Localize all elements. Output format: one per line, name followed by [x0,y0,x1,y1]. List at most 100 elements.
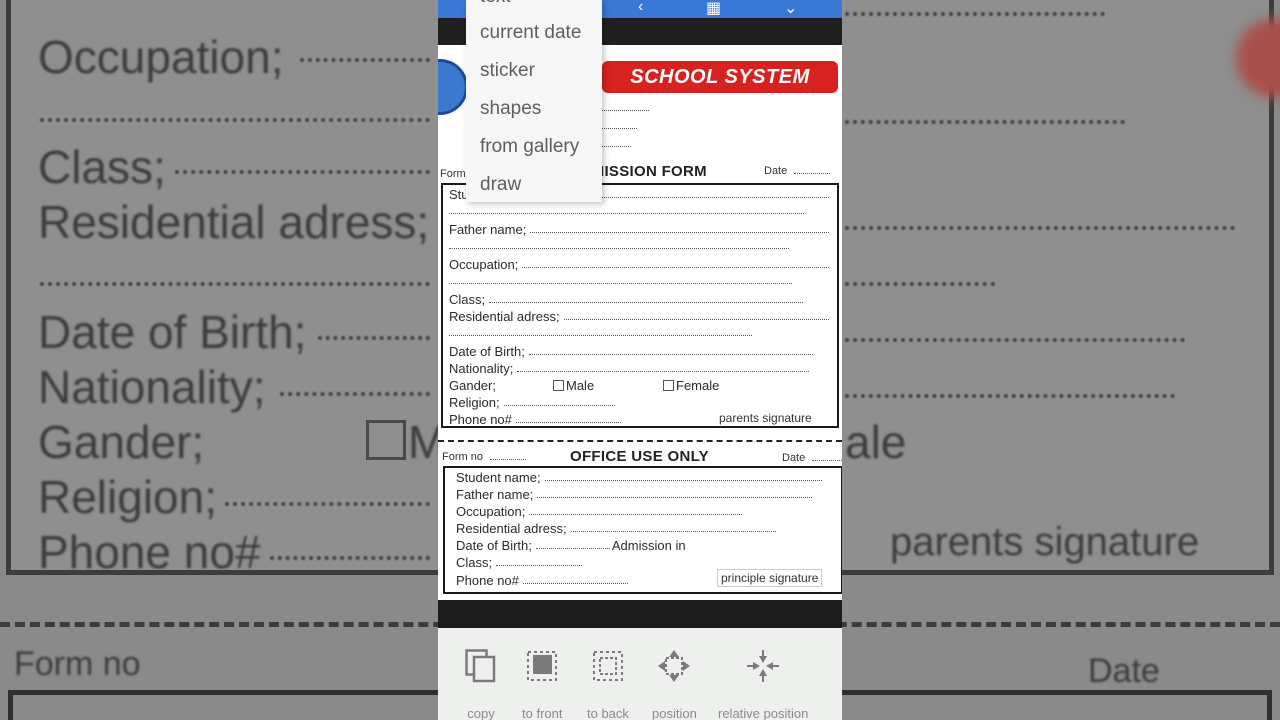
occupation-row: Occupation; [449,257,829,272]
male-label: Male [566,378,595,393]
position-label: position [652,706,697,720]
bg-dob: Date of Birth; [38,306,307,358]
male-option[interactable]: Male [553,378,663,393]
screen: Occupation; Class; Residential adress; D… [0,0,1280,720]
bg-dots [845,226,1235,230]
relative-position-label: relative position [718,706,809,720]
menu-item-draw[interactable]: draw [480,174,521,196]
copy-button[interactable]: copy [463,648,499,720]
bg-residential: Residential adress; [38,196,430,248]
dotted-fill [517,361,809,372]
admission-form-title: IISSION FORM [600,163,707,180]
gender-row: Gander; Male Female [449,378,809,393]
dotted-fill [544,470,822,481]
male-checkbox[interactable] [553,380,564,391]
office-father-label: Father name; [456,487,534,502]
dob-row: Date of Birth; [449,344,813,359]
dashed-separator [438,440,842,442]
position-button[interactable]: position [652,648,697,720]
dotted-fill [496,555,582,566]
religion-row: Religion; [449,395,615,410]
office-father-row: Father name; [456,487,812,502]
bg-religion: Religion; [38,471,217,523]
bg-female: ale [845,416,907,468]
office-dob-label: Date of Birth; [456,538,532,553]
bg-dots [40,118,430,122]
dotted-fill [515,412,621,423]
office-residential-label: Residential adress; [456,521,567,536]
office-use-only-title: OFFICE USE ONLY [570,448,709,465]
bg-occupation: Occupation; [38,31,284,83]
office-class-row: Class; [456,555,582,570]
office-student-row: Student name; [456,470,822,485]
female-checkbox[interactable] [663,380,674,391]
back-arrow-icon[interactable]: ‹ [638,0,643,16]
bg-dots [300,58,430,62]
bg-parents-signature: parents signature [890,520,1200,564]
bg-dots [270,556,430,560]
bottom-black-strip [438,600,842,628]
principle-signature[interactable]: principle signature [717,569,823,587]
relative-position-icon [745,648,781,684]
dotted-fill [528,344,813,355]
grid-icon[interactable]: ▦ [706,0,721,18]
phone-row: Phone no# [449,412,621,427]
menu-item-sticker[interactable]: sticker [480,60,535,82]
copy-icon [463,648,499,684]
send-to-back-icon [590,648,626,684]
bg-dots [845,394,1175,398]
class-row: Class; [449,292,803,307]
occupation-label: Occupation; [449,257,519,272]
dotted-fill [537,487,812,498]
dotted-fill [563,309,829,320]
dotted-fill [503,395,615,406]
menu-item-from-gallery[interactable]: from gallery [480,136,579,158]
to-front-label: to front [522,706,563,720]
move-arrows-icon [656,648,692,684]
menu-item-text[interactable]: text [480,0,511,8]
dob-label: Date of Birth; [449,344,525,359]
form-no-label: Form [440,168,466,180]
copy-label: copy [467,706,495,720]
bg-nationality: Nationality; [38,361,266,413]
office-form-no-label: Form no [442,451,483,463]
bg-checkbox [366,420,406,460]
office-residential-row: Residential adress; [456,521,776,536]
parents-signature: parents signature [719,411,812,425]
father-name-label: Father name; [449,222,527,237]
admission-in-label: Admission in [611,538,686,553]
school-system-banner: SCHOOL SYSTEM [602,61,838,93]
date-dotted-line [794,173,830,174]
dotted-fill [529,504,742,515]
female-option[interactable]: Female [663,378,719,393]
bring-to-front-icon [524,648,560,684]
bg-dots [225,502,430,506]
dotted-fill [489,292,803,303]
to-front-button[interactable]: to front [522,648,562,720]
bg-date: Date [1088,652,1160,690]
insert-popup-menu: text current date sticker shapes from ga… [466,0,602,202]
dotted-fill [535,538,610,549]
to-back-label: to back [587,706,629,720]
menu-item-shapes[interactable]: shapes [480,98,541,120]
dotted-line [449,335,752,336]
dotted-line [449,213,804,214]
religion-label: Religion; [449,395,500,410]
office-phone-row: Phone no# [456,573,628,588]
menu-item-current-date[interactable]: current date [480,22,581,44]
dotted-line [490,459,526,460]
bg-gender: Gander; [38,416,205,468]
residential-label: Residential adress; [449,309,560,324]
header-dotted-line [601,137,631,147]
dotted-fill [530,222,829,233]
nationality-row: Nationality; [449,361,809,376]
office-phone-label: Phone no# [456,573,519,588]
dotted-line [812,460,842,461]
office-occupation-row: Occupation; [456,504,742,519]
date-label: Date [764,165,788,177]
female-label: Female [676,378,720,393]
phone-label: Phone no# [449,412,512,427]
to-back-button[interactable]: to back [587,648,629,720]
relative-position-button[interactable]: relative position [718,648,808,720]
chevron-down-icon[interactable]: ⌄ [784,0,797,18]
